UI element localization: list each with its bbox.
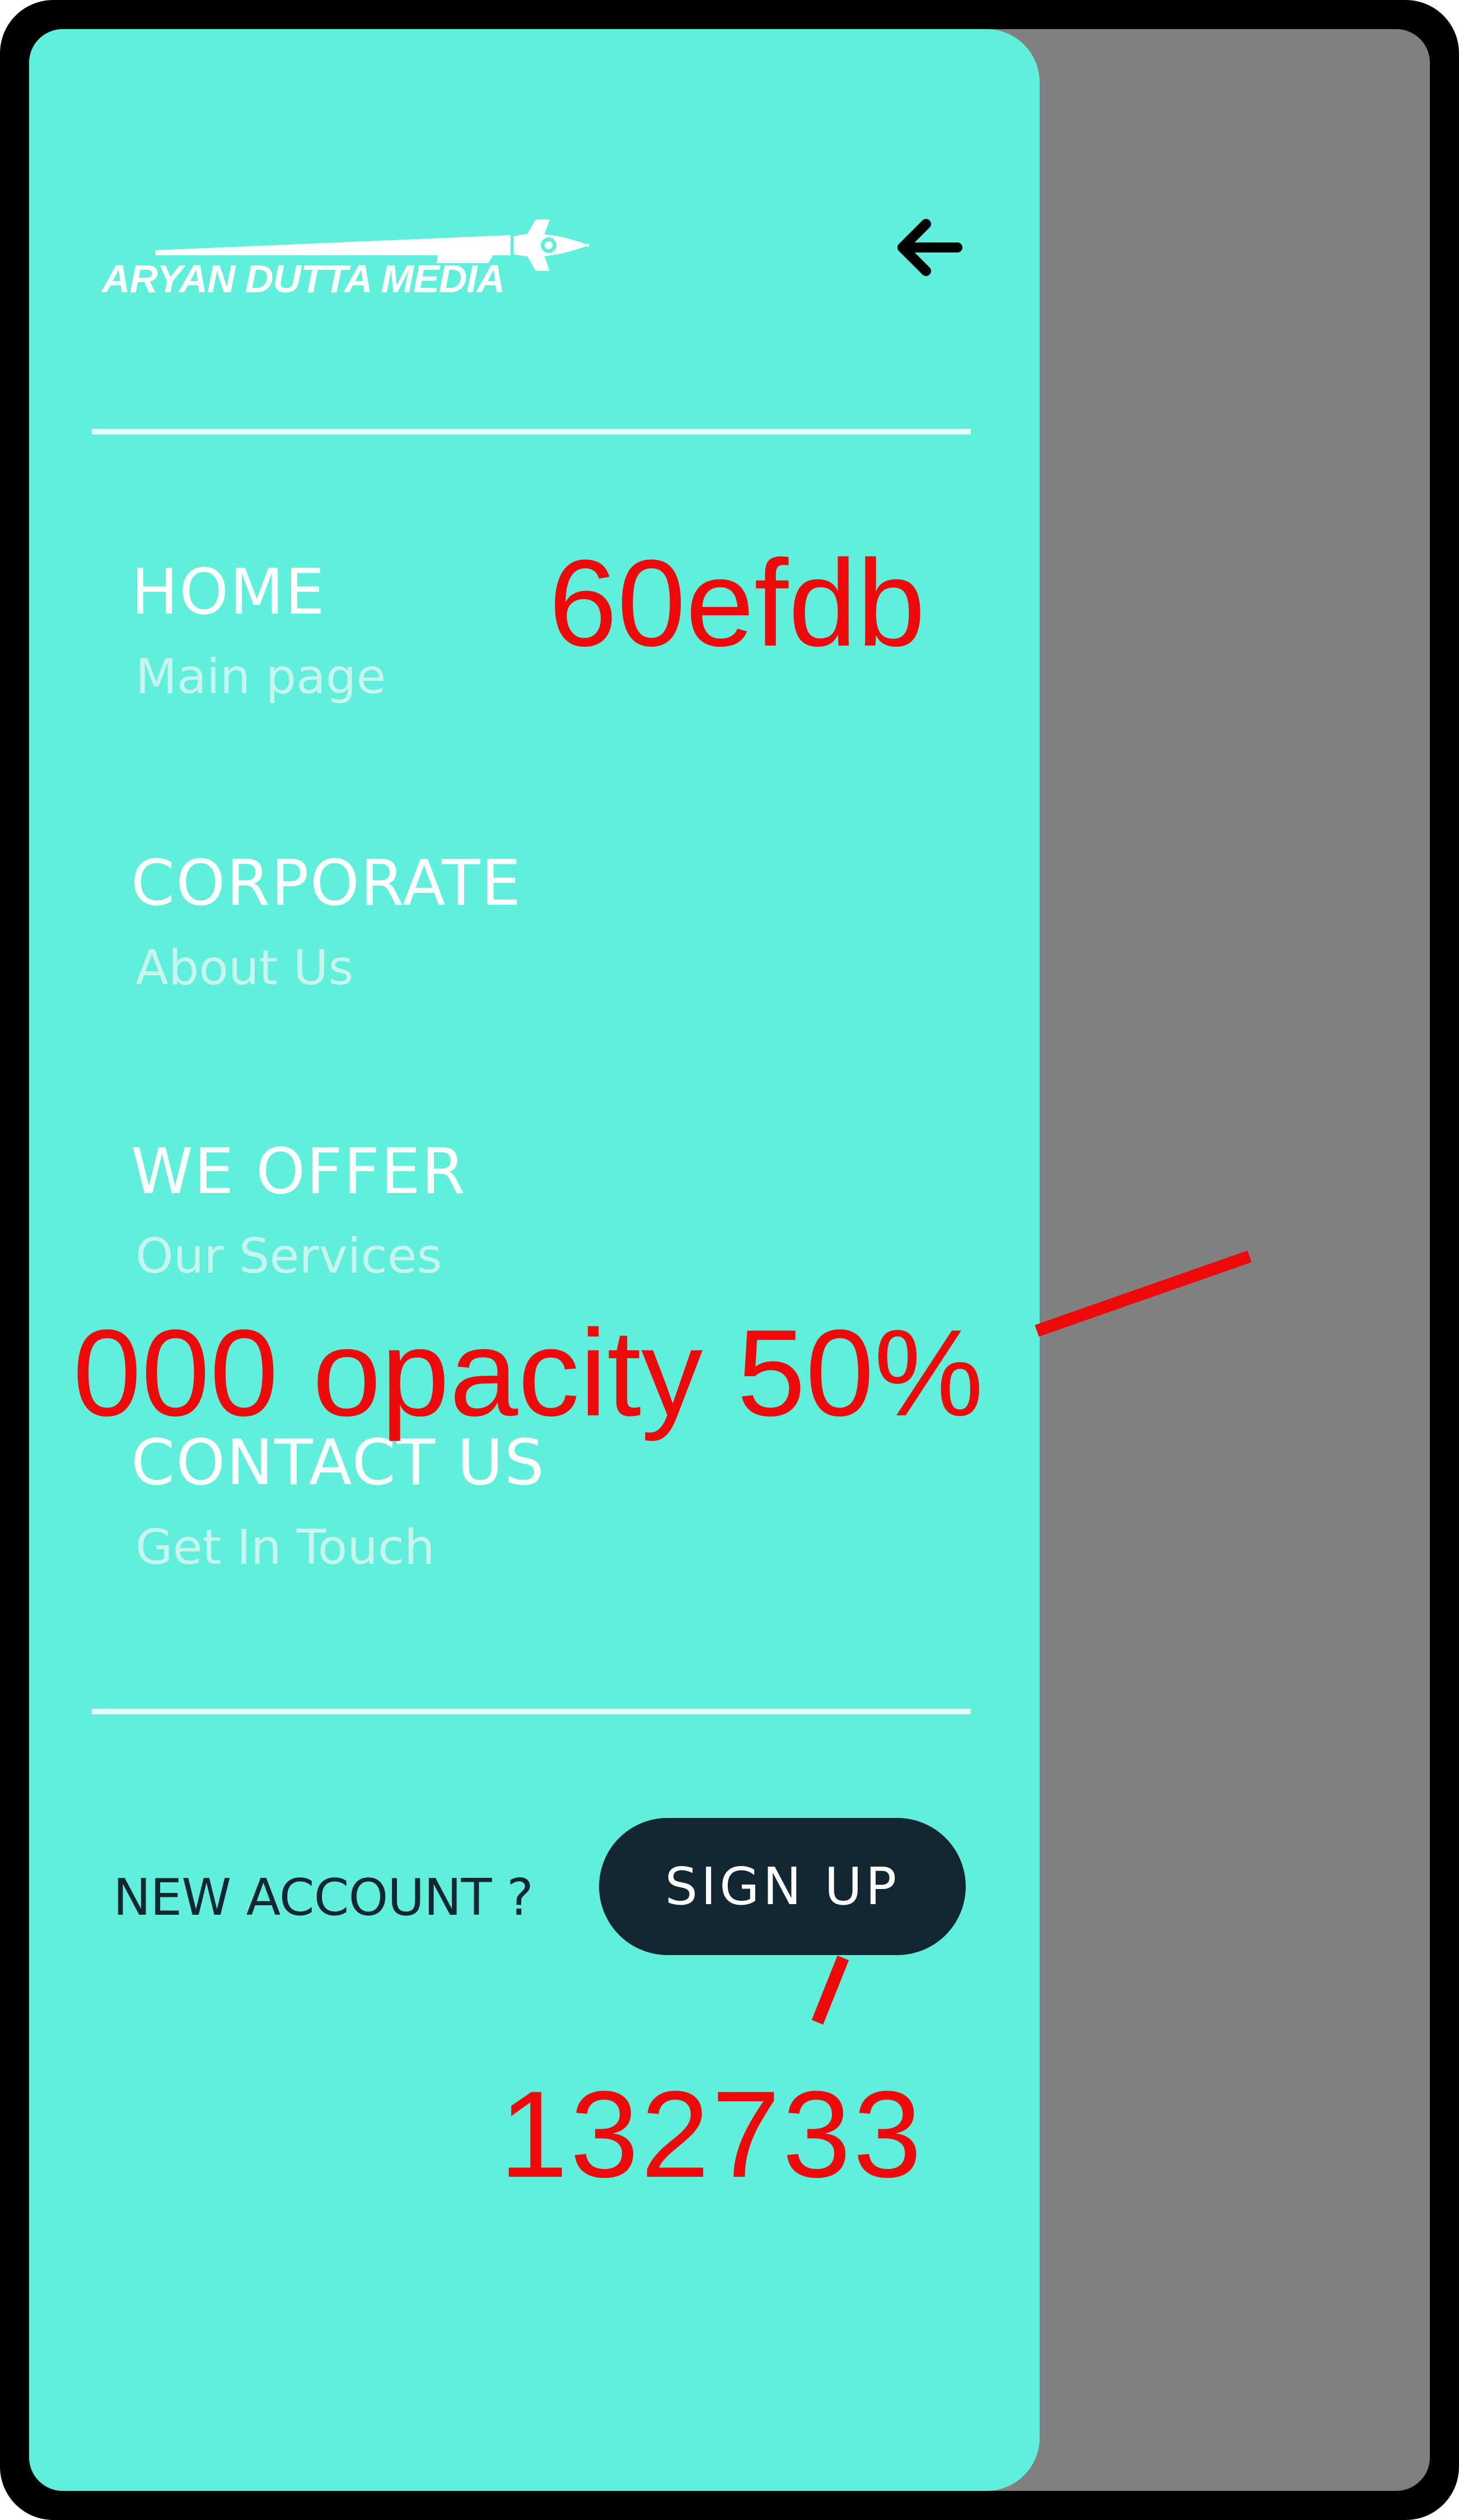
annotation-drawer-color: 60efdb [549, 534, 925, 672]
screen: ARYAN DUTTA MEDIA HOME Main page CORPORA… [29, 29, 1430, 2491]
phone-frame: ARYAN DUTTA MEDIA HOME Main page CORPORA… [0, 0, 1459, 2520]
annotation-overlay-note: 000 opacity 50% [73, 1304, 984, 1442]
annotation-button-color: 132733 [499, 2065, 924, 2203]
annotation-line-overlay [1035, 1250, 1252, 1337]
annotation-line-button [811, 1955, 849, 2025]
